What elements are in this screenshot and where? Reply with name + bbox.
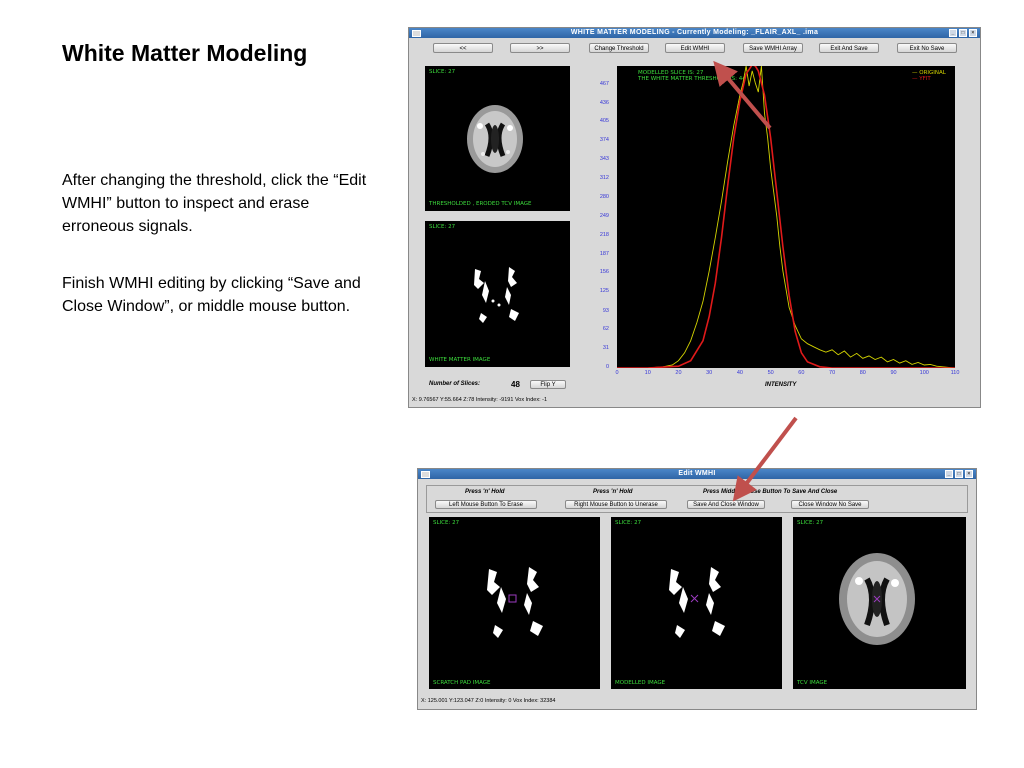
series-line-yfit [617,66,955,368]
edit-window-titlebar: Edit WMHI _ □ × [418,469,976,479]
maximize-icon[interactable]: □ [955,470,963,478]
panel-caption: SCRATCH PAD IMAGE [433,680,491,686]
y-tick-label: 31 [602,345,609,352]
white-matter-modeling-window: WHITE MATTER MODELING - Currently Modeli… [408,27,981,408]
panel-caption: WHITE MATTER IMAGE [429,357,491,363]
y-tick-label: 280 [599,194,609,201]
instruction-paragraph-2: Finish WMHI editing by clicking “Save an… [62,275,361,315]
close-icon[interactable]: × [965,470,973,478]
instruction-paragraph-1: After changing the threshold, click the … [62,172,367,235]
y-tick-label: 125 [599,288,609,295]
x-tick-label: 0 [615,370,619,376]
panel-caption: MODELLED IMAGE [615,680,666,686]
main-window-title: WHITE MATTER MODELING - Currently Modeli… [570,29,819,36]
y-tick-label: 93 [602,307,609,314]
edit-wmhi-button[interactable]: Edit WMHI [665,43,725,53]
window-menu-icon[interactable] [412,30,421,37]
modelled-image-panel[interactable]: SLICE: 27 MODELLED IMAGE [611,517,782,689]
number-of-slices-label: Number of Slices: [429,381,481,387]
panel-caption: TCV IMAGE [797,680,828,686]
hint-left: Press 'n' Hold [465,489,505,495]
previous-slice-button[interactable]: << [433,43,493,53]
brain-image [467,105,523,173]
y-tick-label: 436 [599,99,609,106]
flip-y-button[interactable]: Flip Y [530,380,566,389]
scratch-pad-panel[interactable]: SLICE: 27 SCRATCH PAD IMAGE [429,517,600,689]
hint-right: Press Middle Mouse Button To Save And Cl… [703,489,838,495]
change-threshold-button[interactable]: Change Threshold [589,43,649,53]
edit-wmhi-window: Edit WMHI _ □ × Press 'n' Hold Press 'n'… [417,468,977,710]
y-tick-label: 374 [599,137,609,144]
y-tick-label: 156 [599,269,609,276]
minimize-icon[interactable]: _ [949,29,957,37]
y-tick-label: 467 [599,80,609,87]
x-tick-label: 80 [859,370,866,376]
series-line-original [617,66,955,368]
main-window-titlebar: WHITE MATTER MODELING - Currently Modeli… [409,28,980,38]
next-slice-button[interactable]: >> [510,43,570,53]
right-mouse-unerase-button[interactable]: Right Mouse Button to Unerase [565,500,667,509]
tcv-image-panel[interactable]: SLICE: 27 TCV IMAGE [793,517,966,689]
number-of-slices-value: 48 [511,380,520,389]
x-axis-label: INTENSITY [765,382,797,388]
y-tick-label: 312 [599,174,609,181]
left-mouse-erase-button[interactable]: Left Mouse Button To Erase [435,500,537,509]
x-tick-label: 60 [798,370,805,376]
x-tick-label: 90 [890,370,897,376]
minimize-icon[interactable]: _ [945,470,953,478]
slide-title: White Matter Modeling [62,40,308,66]
y-tick-label: 187 [599,250,609,257]
x-tick-label: 20 [675,370,682,376]
y-tick-label: 0 [605,364,609,370]
exit-no-save-button[interactable]: Exit No Save [897,43,957,53]
edit-window-title: Edit WMHI [678,470,716,477]
close-window-no-save-button[interactable]: Close Window No Save [791,500,869,509]
x-tick-label: 50 [767,370,774,376]
tcv-brain-image [839,553,915,645]
thresholded-tcv-panel[interactable]: SLICE: 27 THRESHOLDED , ERODED TCV IMAGE [425,66,570,211]
edit-status-bar: X: 125.001 Y:123.047 Z:0 Intensity: 0 Vo… [421,698,556,704]
histogram-plot-area[interactable]: MODELLED SLICE IS: 27 THE WHITE MATTER T… [617,66,955,368]
main-status-bar: X: 9.76567 Y:55.664 Z:78 Intensity: -919… [412,397,548,403]
x-tick-label: 110 [950,370,960,376]
y-tick-label: 343 [599,155,609,162]
edit-controls-group: Press 'n' Hold Press 'n' Hold Press Midd… [426,485,968,513]
window-menu-icon[interactable] [421,471,430,478]
scratch-pad-image [487,567,543,638]
save-and-close-window-button[interactable]: Save And Close Window [687,500,765,509]
y-tick-label: 62 [602,326,609,333]
x-tick-label: 100 [919,370,929,376]
hint-middle: Press 'n' Hold [593,489,633,495]
x-tick-label: 30 [706,370,713,376]
panel-caption: THRESHOLDED , ERODED TCV IMAGE [429,201,532,207]
exit-and-save-button[interactable]: Exit And Save [819,43,879,53]
intensity-histogram: 0 31 62 93 125 156 187 218 249 280 312 343 374 405 436… [577,64,973,404]
x-tick-label: 40 [736,370,743,376]
y-tick-label: 249 [599,213,609,219]
modelled-image [669,567,725,638]
x-tick-label: 10 [644,370,651,376]
close-icon[interactable]: × [969,29,977,37]
histogram-svg [617,66,955,368]
y-tick-label: 218 [599,231,609,238]
white-matter-image [474,267,519,323]
white-matter-panel[interactable]: SLICE: 27 WHITE MATTER IMAGE [425,221,570,367]
x-tick-label: 70 [829,370,836,376]
save-wmhi-array-button[interactable]: Save WMHI Array [743,43,803,53]
maximize-icon[interactable]: □ [959,29,967,37]
y-tick-label: 405 [599,118,609,125]
